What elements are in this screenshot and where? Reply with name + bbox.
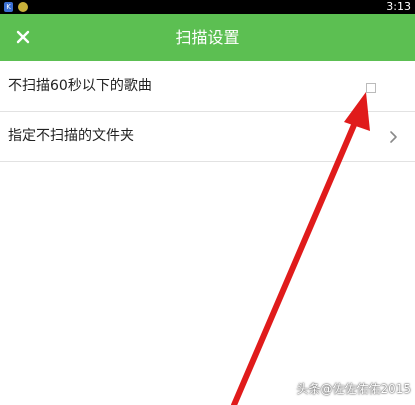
status-time: 3:13: [386, 0, 411, 13]
setting-label: 指定不扫描的文件夹: [8, 128, 134, 144]
close-icon: [16, 30, 30, 44]
skip-short-songs-checkbox[interactable]: [366, 83, 376, 93]
setting-row-skip-short-songs[interactable]: 不扫描60秒以下的歌曲: [0, 62, 415, 112]
watermark: 头条@佐佐佑佑2015: [296, 382, 411, 396]
page-title: 扫描设置: [175, 28, 240, 47]
chevron-right-icon: [390, 131, 397, 143]
app-notification-icon-secondary: [18, 2, 28, 12]
app-notification-icon: K: [4, 2, 13, 12]
setting-label: 不扫描60秒以下的歌曲: [8, 78, 152, 94]
setting-row-excluded-folders[interactable]: 指定不扫描的文件夹: [0, 112, 415, 162]
title-bar: 扫描设置: [0, 14, 415, 61]
close-button[interactable]: [10, 24, 36, 50]
status-bar: K 3:13: [0, 0, 415, 14]
